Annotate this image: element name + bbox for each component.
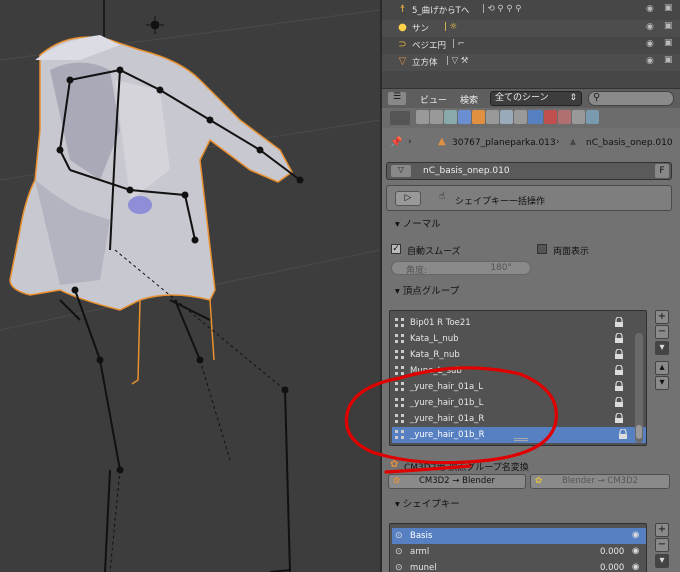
red-annotation-circle [344, 366, 558, 465]
red-annotation-underline [384, 464, 472, 474]
annotation-overlay [344, 366, 558, 474]
